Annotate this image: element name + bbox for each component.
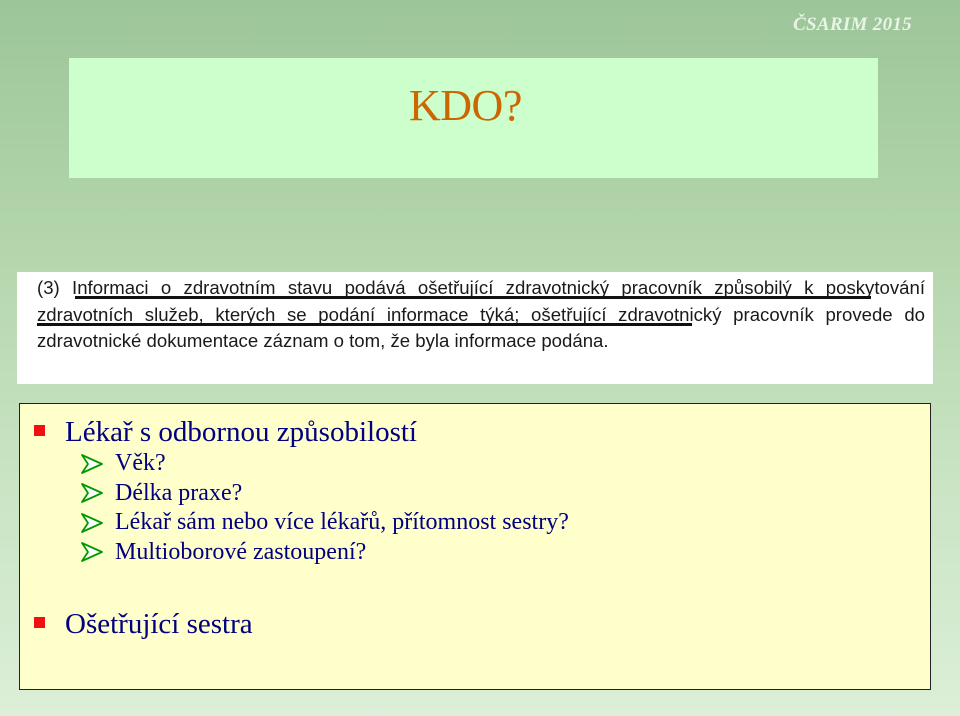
sub-item-label: Věk?: [115, 450, 166, 477]
green-arrowhead-icon: [81, 542, 103, 563]
sub-item-label: Multioborové zastoupení?: [115, 538, 367, 565]
law-excerpt-image: (3) Informaci o zdravotním stavu podává …: [17, 272, 933, 384]
sub-list-item: Lékař sám nebo více lékařů, přítomnost s…: [79, 508, 569, 538]
slide-title: KDO?: [409, 81, 522, 130]
law-excerpt-text: (3) Informaci o zdravotním stavu podává …: [37, 277, 925, 351]
bullet-label: Ošetřující sestra: [65, 608, 253, 640]
content-box: Lékař s odbornou způsobilostí Věk? Délka…: [19, 403, 931, 690]
bullet-item-doctor: Lékař s odbornou způsobilostí: [34, 416, 417, 449]
green-arrowhead-icon: [81, 453, 103, 474]
bullet-label: Lékař s odbornou způsobilostí: [65, 416, 417, 448]
sub-item-label: Lékař sám nebo více lékařů, přítomnost s…: [115, 509, 569, 536]
sub-list: Věk? Délka praxe? Lékař sám nebo více lé…: [79, 449, 569, 567]
green-arrowhead-icon: [81, 483, 103, 504]
sub-item-label: Délka praxe?: [115, 479, 243, 506]
underline-mark-2: [37, 323, 692, 326]
brand-label: ČSARIM 2015: [793, 14, 912, 35]
sub-list-item: Délka praxe?: [79, 479, 569, 509]
red-square-bullet-icon: [34, 617, 45, 628]
bullet-item-nurse: Ošetřující sestra: [34, 608, 253, 641]
underline-mark-1: [75, 296, 871, 299]
green-arrowhead-icon: [81, 512, 103, 533]
red-square-bullet-icon: [34, 425, 45, 436]
sub-list-item: Věk?: [79, 449, 569, 479]
sub-list-item: Multioborové zastoupení?: [79, 538, 569, 568]
title-box: KDO?: [69, 58, 878, 178]
